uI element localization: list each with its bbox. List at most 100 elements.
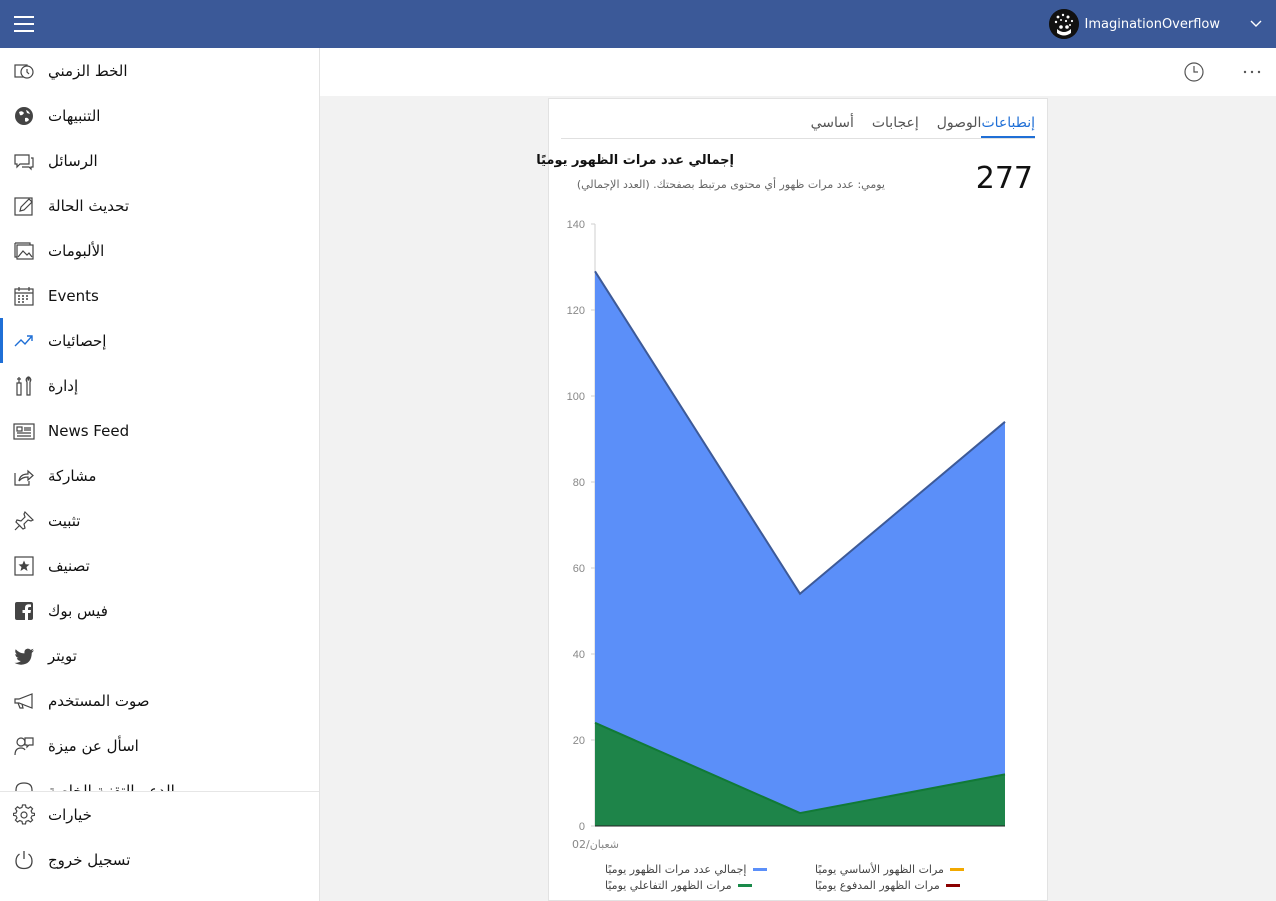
albums-icon	[0, 228, 48, 273]
sidebar-item-label: إحصائيات	[48, 331, 107, 350]
sidebar-item-label: إدارة	[48, 376, 79, 395]
y-tick-label: 100	[567, 391, 585, 403]
sidebar-item-share[interactable]: مشاركة	[0, 453, 319, 498]
sidebar-item-news-feed[interactable]: News Feed	[0, 408, 319, 453]
sidebar-item-label: فيس بوك	[48, 601, 108, 620]
sidebar-item-timeline[interactable]: الخط الزمني	[0, 48, 319, 93]
sidebar-item-rate[interactable]: تصنيف	[0, 543, 319, 588]
messages-icon	[0, 138, 48, 183]
sidebar-item-label: تسجيل خروج	[48, 850, 131, 869]
sidebar-item-pin[interactable]: تثبيت	[0, 498, 319, 543]
legend-label: مرات الظهور الأساسي يوميًا	[815, 863, 944, 876]
facebook-icon	[0, 588, 48, 633]
y-tick-label: 60	[573, 563, 585, 575]
tab-impressions[interactable]: إنطباعات	[981, 111, 1035, 138]
sidebar-nav-list[interactable]: الخط الزمني التنبيهات الرسائل تحديث الحا…	[0, 48, 319, 792]
legend-item: مرات الظهور المدفوع يوميًا	[815, 879, 960, 892]
account-name: ImaginationOverflow	[1084, 16, 1220, 32]
sidebar-item-label: مشاركة	[48, 466, 97, 485]
y-tick-label: 120	[567, 305, 585, 317]
sidebar-item-events[interactable]: Events	[0, 273, 319, 318]
menu-icon-line	[14, 23, 34, 25]
sidebar-item-label: الخط الزمني	[48, 61, 128, 80]
sidebar-item-facebook[interactable]: فيس بوك	[0, 588, 319, 633]
insights-tabs: إنطباعات الوصول إعجابات أساسي	[561, 111, 1035, 139]
sidebar: الخط الزمني التنبيهات الرسائل تحديث الحا…	[0, 48, 320, 901]
feature-request-icon	[0, 723, 48, 768]
calendar-icon	[0, 273, 48, 318]
sidebar-footer: خيارات تسجيل خروج	[0, 791, 319, 882]
sidebar-item-label: خيارات	[48, 805, 92, 824]
clock-icon	[1184, 62, 1204, 82]
sidebar-item-user-voice[interactable]: صوت المستخدم	[0, 678, 319, 723]
sidebar-item-logout[interactable]: تسجيل خروج	[0, 837, 319, 882]
sidebar-item-label: صوت المستخدم	[48, 691, 150, 710]
edit-icon	[0, 183, 48, 228]
sidebar-item-status-update[interactable]: تحديث الحالة	[0, 183, 319, 228]
area-series-0	[595, 271, 1005, 826]
share-icon	[0, 453, 48, 498]
legend-item: مرات الظهور التفاعلي يوميًا	[605, 879, 752, 892]
globe-icon	[0, 93, 48, 138]
power-icon	[0, 837, 48, 882]
legend-label: مرات الظهور المدفوع يوميًا	[815, 879, 940, 892]
chart-legend: إجمالي عدد مرات الظهور يوميًا مرات الظهور…	[589, 863, 1009, 897]
metric-title: إجمالي عدد مرات الظهور يوميًا	[536, 153, 734, 168]
command-bar	[320, 48, 1276, 96]
sidebar-item-feature-request[interactable]: اسأل عن ميزة	[0, 723, 319, 768]
sidebar-item-label: News Feed	[48, 421, 130, 440]
support-icon	[0, 768, 48, 792]
sidebar-item-label: Events	[48, 286, 99, 305]
twitter-icon	[0, 633, 48, 678]
sidebar-item-label: الألبومات	[48, 241, 105, 260]
tab-reach[interactable]: الوصول	[937, 111, 982, 138]
timeline-icon	[0, 48, 48, 93]
sidebar-item-label: تحديث الحالة	[48, 196, 130, 215]
sidebar-item-settings[interactable]: خيارات	[0, 792, 319, 837]
metric-description: يومي: عدد مرات ظهور أي محتوى مرتبط بصفحت…	[576, 178, 885, 191]
more-options-button[interactable]	[1228, 48, 1276, 96]
sidebar-item-twitter[interactable]: تويتر	[0, 633, 319, 678]
more-icon	[1243, 70, 1261, 74]
history-button[interactable]	[1170, 48, 1218, 96]
hamburger-menu-button[interactable]	[0, 0, 48, 48]
menu-icon-line	[14, 30, 34, 32]
tools-icon	[0, 363, 48, 408]
sidebar-item-notifications[interactable]: التنبيهات	[0, 93, 319, 138]
star-icon	[0, 543, 48, 588]
legend-swatch	[945, 884, 960, 887]
sidebar-item-messages[interactable]: الرسائل	[0, 138, 319, 183]
sidebar-item-label: التنبيهات	[48, 106, 101, 125]
sidebar-item-insights[interactable]: إحصائيات	[0, 318, 319, 363]
tab-basic[interactable]: أساسي	[811, 111, 854, 138]
metric-total-value: 277	[975, 161, 1033, 196]
megaphone-icon	[0, 678, 48, 723]
title-bar: ImaginationOverflow	[0, 0, 1276, 48]
sidebar-item-label: تثبيت	[48, 511, 81, 530]
pin-icon	[0, 498, 48, 543]
legend-label: مرات الظهور التفاعلي يوميًا	[605, 879, 732, 892]
chevron-down-icon[interactable]	[1236, 0, 1276, 48]
x-tick-label: 02/شعبان	[572, 838, 619, 851]
impressions-area-chart: 0 20 40 60 80 100 120 140 02/شعبان	[567, 219, 1006, 851]
account-switcher[interactable]: ImaginationOverflow	[1048, 0, 1276, 48]
legend-swatch	[949, 868, 964, 871]
tab-likes[interactable]: إعجابات	[872, 111, 919, 138]
avatar	[1048, 9, 1079, 39]
legend-swatch	[752, 868, 767, 871]
sidebar-item-label: تصنيف	[48, 556, 90, 575]
sidebar-item-albums[interactable]: الألبومات	[0, 228, 319, 273]
y-tick-label: 140	[567, 219, 585, 231]
y-tick-label: 0	[579, 821, 585, 833]
sidebar-item-support[interactable]: الدعم التقنية الخاصة	[0, 768, 319, 792]
legend-item: مرات الظهور الأساسي يوميًا	[815, 863, 964, 876]
menu-icon-line	[14, 16, 34, 18]
legend-swatch	[737, 884, 752, 887]
insights-card: إنطباعات الوصول إعجابات أساسي إجمالي عدد…	[536, 98, 1048, 901]
y-tick-label: 80	[573, 477, 585, 489]
sidebar-item-label: الرسائل	[48, 151, 98, 170]
y-tick-label: 20	[573, 735, 585, 747]
sidebar-item-label: اسأل عن ميزة	[48, 736, 139, 755]
sidebar-item-manage[interactable]: إدارة	[0, 363, 319, 408]
news-icon	[0, 408, 48, 453]
